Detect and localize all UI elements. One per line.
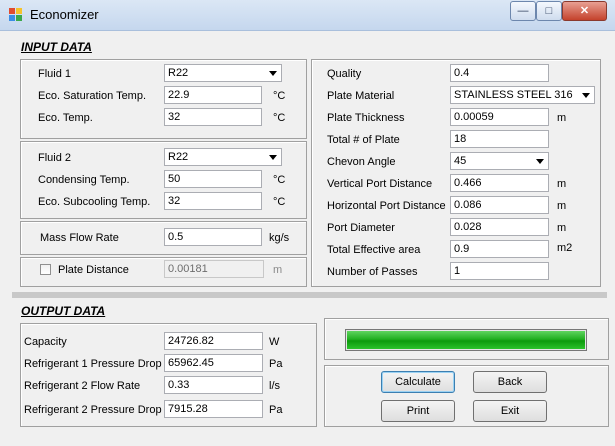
print-button[interactable]: Print bbox=[381, 400, 455, 422]
close-button[interactable]: ✕ bbox=[562, 1, 607, 21]
title-bar[interactable]: Economizer — □ ✕ bbox=[0, 0, 615, 31]
sat-temp-unit: °C bbox=[273, 90, 286, 102]
window-title: Economizer bbox=[30, 7, 99, 22]
capacity-output: 24726.82 bbox=[164, 332, 263, 350]
output-data-title: OUTPUT DATA bbox=[21, 304, 106, 318]
chevron-angle-select[interactable]: 45 bbox=[450, 152, 549, 170]
fluid2-select[interactable]: R22 bbox=[164, 148, 282, 166]
plate-thickness-input[interactable]: 0.00059 bbox=[450, 108, 549, 126]
plate-distance-unit: m bbox=[273, 264, 283, 276]
plate-distance-label: Plate Distance bbox=[58, 264, 129, 276]
chevron-down-icon bbox=[536, 159, 544, 164]
fluid1-select[interactable]: R22 bbox=[164, 64, 282, 82]
fluid2-select-value: R22 bbox=[168, 151, 189, 163]
quality-label: Quality bbox=[327, 68, 362, 80]
chevron-down-icon bbox=[269, 155, 277, 160]
horizontal-port-input[interactable]: 0.086 bbox=[450, 196, 549, 214]
vertical-port-label: Vertical Port Distance bbox=[327, 178, 433, 190]
r1-pressure-drop-output: 65962.45 bbox=[164, 354, 263, 372]
back-button[interactable]: Back bbox=[473, 371, 547, 393]
port-diameter-unit: m bbox=[557, 222, 567, 234]
condensing-temp-input[interactable]: 50 bbox=[164, 170, 262, 188]
effective-area-unit: m2 bbox=[557, 242, 573, 254]
chevron-angle-label: Chevon Angle bbox=[327, 156, 396, 168]
fluid1-select-value: R22 bbox=[168, 67, 189, 79]
plate-material-label: Plate Material bbox=[327, 90, 395, 102]
client-area: INPUT DATA Fluid 1 R22 Eco. Saturation T… bbox=[8, 31, 609, 440]
progress-bar bbox=[345, 329, 587, 351]
sat-temp-label: Eco. Saturation Temp. bbox=[38, 90, 147, 102]
r2-flow-rate-label: Refrigerant 2 Flow Rate bbox=[24, 380, 141, 392]
subcooling-temp-label: Eco. Subcooling Temp. bbox=[38, 196, 151, 208]
r1-pressure-drop-label: Refrigerant 1 Pressure Drop bbox=[24, 358, 162, 370]
actions-group bbox=[324, 365, 609, 427]
economizer-window: Economizer — □ ✕ INPUT DATA Fluid 1 R22 … bbox=[0, 0, 615, 446]
port-diameter-label: Port Diameter bbox=[327, 222, 395, 234]
mass-flow-label: Mass Flow Rate bbox=[40, 232, 119, 244]
plate-distance-input[interactable]: 0.00181 bbox=[164, 260, 264, 278]
eco-temp-input[interactable]: 32 bbox=[164, 108, 262, 126]
horizontal-port-unit: m bbox=[557, 200, 567, 212]
maximize-icon: □ bbox=[545, 5, 553, 17]
port-diameter-input[interactable]: 0.028 bbox=[450, 218, 549, 236]
progress-fill bbox=[347, 331, 585, 349]
plate-material-select[interactable]: STAINLESS STEEL 316 bbox=[450, 86, 595, 104]
close-icon: ✕ bbox=[579, 5, 590, 17]
chevron-down-icon bbox=[582, 93, 590, 98]
capacity-label: Capacity bbox=[24, 336, 67, 348]
sat-temp-input[interactable]: 22.9 bbox=[164, 86, 262, 104]
section-divider bbox=[12, 292, 607, 298]
vertical-port-input[interactable]: 0.466 bbox=[450, 174, 549, 192]
vertical-port-unit: m bbox=[557, 178, 567, 190]
eco-temp-label: Eco. Temp. bbox=[38, 112, 93, 124]
horizontal-port-label: Horizontal Port Distance bbox=[327, 200, 446, 212]
plate-material-select-value: STAINLESS STEEL 316 bbox=[454, 89, 573, 101]
quality-input[interactable]: 0.4 bbox=[450, 64, 549, 82]
subcooling-temp-input[interactable]: 32 bbox=[164, 192, 262, 210]
app-icon bbox=[9, 8, 23, 22]
plate-thickness-label: Plate Thickness bbox=[327, 112, 405, 124]
condensing-temp-unit: °C bbox=[273, 174, 286, 186]
fluid1-label: Fluid 1 bbox=[38, 68, 72, 80]
r2-pressure-drop-label: Refrigerant 2 Pressure Drop bbox=[24, 404, 162, 416]
total-plates-input[interactable]: 18 bbox=[450, 130, 549, 148]
plate-distance-checkbox[interactable] bbox=[40, 264, 51, 275]
mass-flow-input[interactable]: 0.5 bbox=[164, 228, 262, 246]
passes-input[interactable]: 1 bbox=[450, 262, 549, 280]
maximize-button[interactable]: □ bbox=[536, 1, 562, 21]
r2-flow-rate-output: 0.33 bbox=[164, 376, 263, 394]
input-data-title: INPUT DATA bbox=[21, 40, 92, 54]
condensing-temp-label: Condensing Temp. bbox=[38, 174, 130, 186]
r2-pressure-drop-output: 7915.28 bbox=[164, 400, 263, 418]
exit-button[interactable]: Exit bbox=[473, 400, 547, 422]
effective-area-label: Total Effective area bbox=[327, 244, 421, 256]
chevron-angle-select-value: 45 bbox=[454, 155, 467, 167]
r2-pressure-drop-unit: Pa bbox=[269, 404, 283, 416]
chevron-down-icon bbox=[269, 71, 277, 76]
capacity-unit: W bbox=[269, 336, 280, 348]
r1-pressure-drop-unit: Pa bbox=[269, 358, 283, 370]
eco-temp-unit: °C bbox=[273, 112, 286, 124]
plate-thickness-unit: m bbox=[557, 112, 567, 124]
subcooling-temp-unit: °C bbox=[273, 196, 286, 208]
fluid2-label: Fluid 2 bbox=[38, 152, 72, 164]
effective-area-input[interactable]: 0.9 bbox=[450, 240, 549, 258]
total-plates-label: Total # of Plate bbox=[327, 134, 400, 146]
minimize-button[interactable]: — bbox=[510, 1, 536, 21]
minimize-icon: — bbox=[517, 5, 529, 17]
passes-label: Number of Passes bbox=[327, 266, 418, 278]
r2-flow-rate-unit: l/s bbox=[269, 380, 280, 392]
mass-flow-unit: kg/s bbox=[269, 232, 290, 244]
calculate-button[interactable]: Calculate bbox=[381, 371, 455, 393]
